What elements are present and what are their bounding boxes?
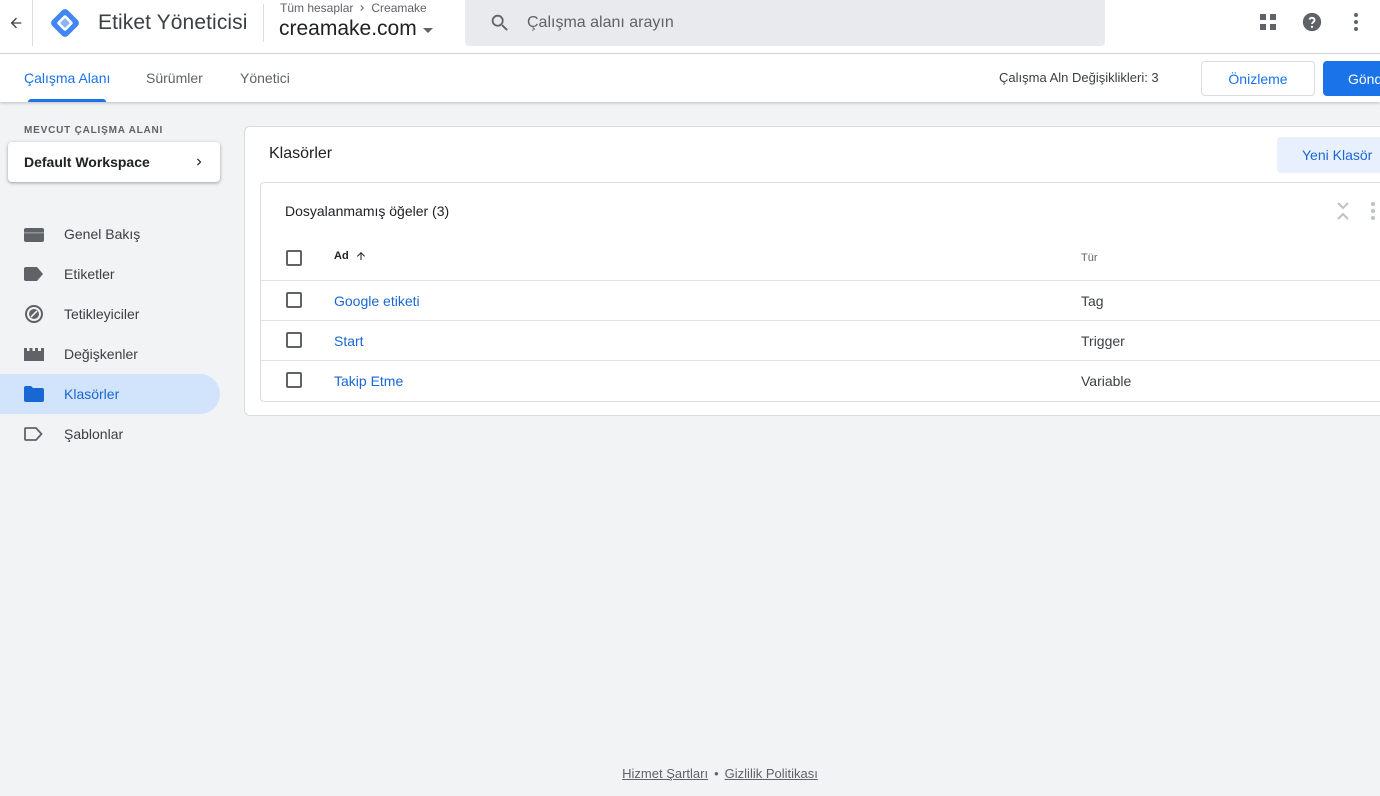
workspace-changes-count: Çalışma Aln Değişiklikleri: 3 xyxy=(999,70,1159,85)
row-checkbox[interactable] xyxy=(286,292,302,308)
sidebar-item-label: Şablonlar xyxy=(64,426,124,442)
sidebar-item-triggers[interactable]: Tetikleyiciler xyxy=(0,294,220,334)
sidebar-item-templates[interactable]: Şablonlar xyxy=(0,414,220,454)
arrow-back-icon xyxy=(10,17,22,29)
breadcrumb: Tüm hesaplar Creamake xyxy=(280,1,427,15)
privacy-link[interactable]: Gizlilik Politikası xyxy=(725,766,818,781)
workspace-selector[interactable]: Default Workspace xyxy=(8,142,220,182)
folders-panel: Klasörler Yeni Klasör Dosyalanmamış öğel… xyxy=(244,126,1380,416)
column-header-name-label: Ad xyxy=(334,250,349,262)
header-divider xyxy=(263,4,264,42)
chevron-right-icon xyxy=(197,158,202,166)
row-name-link[interactable]: Google etiketi xyxy=(334,293,420,309)
row-checkbox[interactable] xyxy=(286,372,302,388)
submit-button[interactable]: Gönder xyxy=(1323,61,1380,96)
sidebar-item-label: Değişkenler xyxy=(64,346,138,362)
select-all-checkbox[interactable] xyxy=(286,250,302,266)
breadcrumb-root[interactable]: Tüm hesaplar xyxy=(280,1,353,15)
variables-icon xyxy=(24,344,44,364)
search-icon xyxy=(491,14,508,31)
row-divider xyxy=(261,360,1380,361)
column-header-type[interactable]: Tür xyxy=(1081,252,1098,264)
tab-admin[interactable]: Yönetici xyxy=(240,54,290,102)
sidebar-item-label: Etiketler xyxy=(64,266,115,282)
sidebar-item-tags[interactable]: Etiketler xyxy=(0,254,220,294)
row-type: Trigger xyxy=(1081,333,1125,349)
top-app-bar: Etiket Yöneticisi Tüm hesaplar Creamake … xyxy=(0,0,1380,54)
row-divider xyxy=(261,320,1380,321)
new-folder-button[interactable]: Yeni Klasör xyxy=(1277,137,1380,173)
search-input[interactable] xyxy=(527,14,1067,32)
submit-label: Gönder xyxy=(1348,70,1380,87)
workspace-name: Default Workspace xyxy=(24,154,150,170)
tab-workspace[interactable]: Çalışma Alanı xyxy=(24,54,110,102)
row-name-link[interactable]: Takip Etme xyxy=(334,373,403,389)
sidebar-item-overview[interactable]: Genel Bakış xyxy=(0,214,220,254)
folder-title: Dosyalanmamış öğeler (3) xyxy=(285,203,450,219)
help-icon[interactable] xyxy=(1300,10,1324,34)
chevron-right-icon xyxy=(360,5,365,11)
folder-icon xyxy=(24,384,44,404)
breadcrumb-account[interactable]: Creamake xyxy=(371,1,426,15)
column-header-name[interactable]: Ad xyxy=(334,250,367,262)
trigger-icon xyxy=(24,304,44,324)
unfiled-items-card: Dosyalanmamış öğeler (3) Ad Tür Google e… xyxy=(260,182,1380,402)
template-icon xyxy=(24,424,44,444)
sidebar-item-label: Klasörler xyxy=(64,386,120,402)
sidebar-item-label: Tetikleyiciler xyxy=(64,306,140,322)
top-right-icons xyxy=(1256,10,1368,34)
arrow-up-icon xyxy=(356,252,365,260)
briefcase-icon xyxy=(24,224,44,244)
row-divider xyxy=(261,280,1380,281)
more-vert-icon[interactable] xyxy=(1363,201,1380,221)
footer: Hizmet Şartları • Gizlilik Politikası xyxy=(0,766,1380,781)
workspace-nav: Çalışma Alanı Sürümler Yönetici Çalışma … xyxy=(0,54,1380,102)
row-type: Tag xyxy=(1081,293,1104,309)
search-bar xyxy=(465,0,1105,46)
tab-versions[interactable]: Sürümler xyxy=(146,54,203,102)
terms-link[interactable]: Hizmet Şartları xyxy=(622,766,708,781)
container-selector[interactable]: creamake.com xyxy=(279,17,433,41)
more-vert-icon[interactable] xyxy=(1344,10,1368,34)
back-button[interactable] xyxy=(0,0,33,46)
row-name-link[interactable]: Start xyxy=(334,333,364,349)
workspace-section-label: MEVCUT ÇALIŞMA ALANI xyxy=(24,125,164,136)
tag-icon xyxy=(24,264,44,284)
preview-button[interactable]: Önizleme xyxy=(1201,61,1315,96)
sidebar-item-label: Genel Bakış xyxy=(64,226,141,242)
caret-down-icon xyxy=(422,27,433,33)
row-checkbox[interactable] xyxy=(286,332,302,348)
apps-grid-icon[interactable] xyxy=(1256,10,1280,34)
unfold-less-icon[interactable] xyxy=(1333,199,1353,223)
footer-separator: • xyxy=(714,766,719,781)
container-name: creamake.com xyxy=(279,17,417,40)
sidebar-item-folders[interactable]: Klasörler xyxy=(0,374,220,414)
sidebar-item-variables[interactable]: Değişkenler xyxy=(0,334,220,374)
gtm-logo-icon xyxy=(51,9,79,37)
row-type: Variable xyxy=(1081,373,1132,389)
page-title: Klasörler xyxy=(269,145,333,162)
app-title: Etiket Yöneticisi xyxy=(98,11,248,34)
